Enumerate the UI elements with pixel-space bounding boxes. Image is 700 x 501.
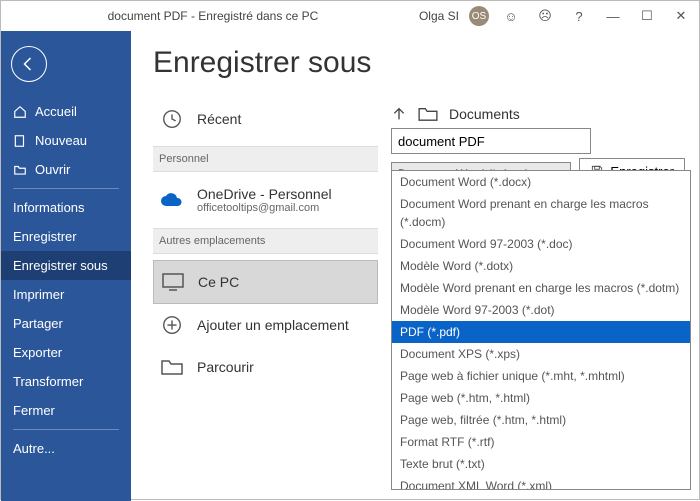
nav-info-label: Informations [13,200,85,215]
location-browse-label: Parcourir [197,359,254,375]
folder-icon[interactable] [417,106,439,122]
nav-saveas[interactable]: Enregistrer sous [1,251,131,280]
face-smile-icon[interactable]: ☺ [499,9,523,24]
location-onedrive-text: OneDrive - Personnelofficetooltips@gmail… [197,186,332,214]
locations-other-heading: Autres emplacements [153,228,378,254]
nav-transform-label: Transformer [13,374,83,389]
nav-separator [13,429,119,430]
clock-icon [159,106,185,132]
backstage-sidebar: Accueil Nouveau Ouvrir Informations Enre… [1,31,131,501]
nav-new-label: Nouveau [35,133,87,148]
filetype-option[interactable]: Modèle Word prenant en charge les macros… [392,277,690,299]
filetype-option[interactable]: Document XPS (*.xps) [392,343,690,365]
new-icon [13,134,27,148]
location-onedrive-sub: officetooltips@gmail.com [197,202,332,214]
open-icon [13,163,27,177]
up-arrow-icon[interactable] [391,106,407,122]
titlebar: document PDF - Enregistré dans ce PC Olg… [1,1,699,31]
nav-saveas-label: Enregistrer sous [13,258,108,273]
nav-more-label: Autre... [13,441,55,456]
nav-open-label: Ouvrir [35,162,70,177]
maximize-button[interactable]: ☐ [635,8,659,24]
add-location-icon [159,312,185,338]
location-recent-label: Récent [197,111,241,127]
nav-print[interactable]: Imprimer [1,280,131,309]
arrow-left-icon [20,55,38,73]
filetype-option[interactable]: Document XML Word (*.xml) [392,475,690,490]
current-folder[interactable]: Documents [449,106,520,122]
location-thispc[interactable]: Ce PC [153,260,378,304]
nav-save-label: Enregistrer [13,229,77,244]
nav-open[interactable]: Ouvrir [1,155,131,184]
filename-input[interactable] [391,128,591,154]
user-avatar[interactable]: OS [469,6,489,26]
filetype-option[interactable]: Page web (*.htm, *.html) [392,387,690,409]
filetype-option[interactable]: Document Word 97-2003 (*.doc) [392,233,690,255]
filetype-option[interactable]: Texte brut (*.txt) [392,453,690,475]
nav-new[interactable]: Nouveau [1,126,131,155]
nav-close-label: Fermer [13,403,55,418]
pc-icon [160,269,186,295]
nav-home-label: Accueil [35,104,77,119]
location-addplace-label: Ajouter un emplacement [197,317,349,333]
filetype-option[interactable]: Document Word (*.docx) [392,171,690,193]
nav-home[interactable]: Accueil [1,97,131,126]
nav-more[interactable]: Autre... [1,434,131,463]
location-onedrive-title: OneDrive - Personnel [197,186,332,202]
minimize-button[interactable]: ― [601,9,625,24]
nav-save[interactable]: Enregistrer [1,222,131,251]
filetype-option[interactable]: Modèle Word (*.dotx) [392,255,690,277]
locations-panel: Récent Personnel OneDrive - Personneloff… [153,98,378,388]
filetype-option[interactable]: PDF (*.pdf) [392,321,690,343]
location-onedrive[interactable]: OneDrive - Personnelofficetooltips@gmail… [153,178,378,222]
nav-separator [13,188,119,189]
page-title: Enregistrer sous [153,46,677,80]
filetype-option[interactable]: Page web, filtrée (*.htm, *.html) [392,409,690,431]
nav-export[interactable]: Exporter [1,338,131,367]
nav-share-label: Partager [13,316,63,331]
nav-transform[interactable]: Transformer [1,367,131,396]
back-button[interactable] [11,46,47,82]
home-icon [13,105,27,119]
location-recent[interactable]: Récent [153,98,378,140]
nav-close[interactable]: Fermer [1,396,131,425]
cloud-icon [159,187,185,213]
close-button[interactable]: ✕ [669,8,693,24]
nav-share[interactable]: Partager [1,309,131,338]
filetype-option[interactable]: Format RTF (*.rtf) [392,431,690,453]
location-addplace[interactable]: Ajouter un emplacement [153,304,378,346]
nav-info[interactable]: Informations [1,193,131,222]
filetype-option[interactable]: Page web à fichier unique (*.mht, *.mhtm… [392,365,690,387]
save-panel: Documents Document Word (*.docx) ▾ Enreg… [391,106,685,186]
user-name: Olga SI [419,9,459,23]
filetype-dropdown[interactable]: Document Word (*.docx)Document Word pren… [391,170,691,490]
help-icon[interactable]: ? [567,9,591,24]
locations-personal-heading: Personnel [153,146,378,172]
nav-export-label: Exporter [13,345,62,360]
nav-print-label: Imprimer [13,287,64,302]
location-thispc-label: Ce PC [198,274,239,290]
window-title: document PDF - Enregistré dans ce PC [7,9,419,23]
location-browse[interactable]: Parcourir [153,346,378,388]
face-sad-icon[interactable]: ☹ [533,8,557,24]
filetype-option[interactable]: Document Word prenant en charge les macr… [392,193,690,233]
folder-icon [159,354,185,380]
filetype-option[interactable]: Modèle Word 97-2003 (*.dot) [392,299,690,321]
